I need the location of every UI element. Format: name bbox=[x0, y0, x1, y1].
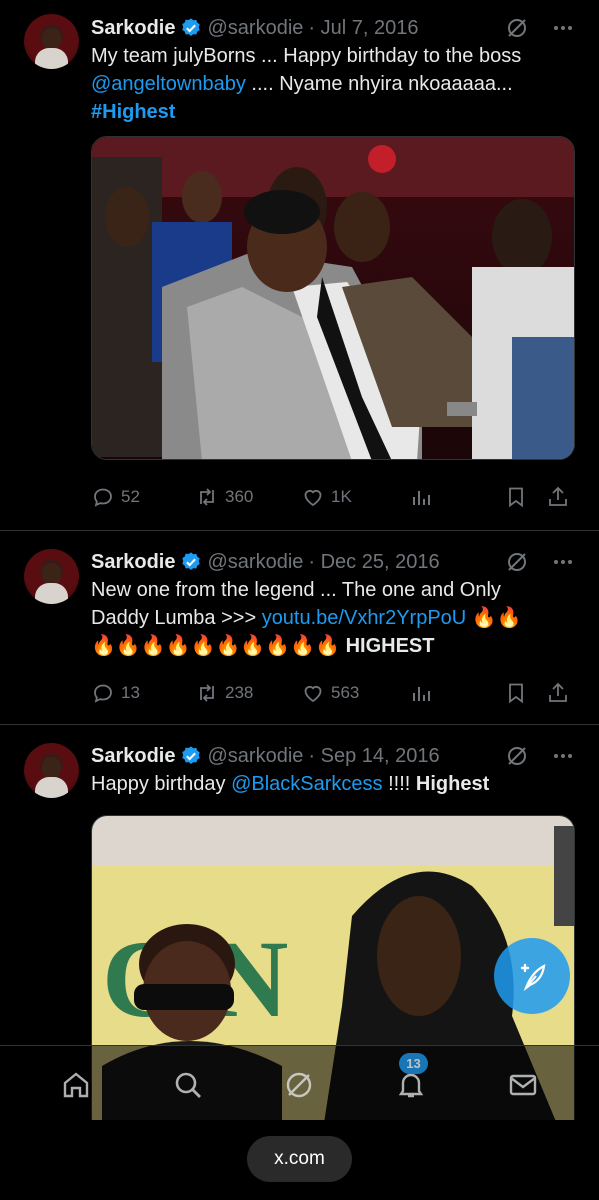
avatar[interactable] bbox=[24, 549, 79, 604]
notification-count-badge: 13 bbox=[399, 1052, 428, 1074]
share-button[interactable] bbox=[546, 681, 570, 705]
tweet-text-body: New one from the legend ... The one and … bbox=[91, 579, 501, 601]
avatar[interactable] bbox=[24, 14, 79, 69]
reply-count: 13 bbox=[121, 683, 140, 702]
author-name[interactable]: Sarkodie bbox=[91, 551, 175, 574]
like-button[interactable]: 1K bbox=[301, 485, 409, 509]
crowd-photo bbox=[92, 137, 574, 459]
grok-icon[interactable] bbox=[505, 16, 529, 40]
tweet-header: Sarkodie @sarkodie · Jul 7, 2016 bbox=[91, 14, 575, 42]
messages-envelope-icon bbox=[509, 1074, 537, 1095]
views-button[interactable] bbox=[409, 681, 504, 705]
reply-icon bbox=[94, 488, 112, 507]
hashtag-link[interactable]: #Highest bbox=[91, 101, 175, 123]
views-chart-icon bbox=[413, 687, 430, 701]
tweet-text-body: !!!! bbox=[382, 773, 416, 795]
like-count: 1K bbox=[331, 487, 352, 506]
tweet-date[interactable]: · Jul 7, 2016 bbox=[308, 17, 418, 40]
tweet-text: My team julyBorns ... Happy birthday to … bbox=[91, 42, 571, 126]
repost-button[interactable]: 238 bbox=[195, 681, 301, 705]
repost-button[interactable]: 360 bbox=[195, 485, 301, 509]
share-icon bbox=[549, 486, 567, 506]
views-chart-icon bbox=[413, 491, 430, 505]
repost-count: 238 bbox=[225, 683, 254, 702]
tweet-text-body: .... Nyame nhyira nkoaaaaa... bbox=[245, 73, 513, 95]
tweet[interactable]: Sarkodie @sarkodie · Dec 25, 2016 New on… bbox=[0, 531, 599, 725]
tweet-text-body: Daddy Lumba >>> bbox=[91, 607, 262, 629]
tweet-text-body: Happy birthday bbox=[91, 773, 232, 795]
tweet-image[interactable] bbox=[91, 136, 575, 460]
tweet-text-bold: HIGHEST bbox=[340, 635, 435, 657]
grok-icon[interactable] bbox=[505, 550, 529, 574]
grok-icon bbox=[287, 1072, 312, 1097]
nav-messages[interactable] bbox=[503, 1065, 543, 1105]
fire-emoji: 🔥🔥🔥🔥🔥🔥🔥🔥🔥🔥 bbox=[91, 635, 341, 657]
avatar[interactable] bbox=[24, 743, 79, 798]
verified-badge-icon bbox=[182, 746, 201, 764]
compose-feather-icon bbox=[520, 963, 546, 992]
tweet-date[interactable]: · Sep 14, 2016 bbox=[308, 745, 439, 768]
search-icon bbox=[175, 1072, 201, 1098]
tweet-actions: 13 238 563 bbox=[91, 662, 575, 724]
more-options-icon[interactable] bbox=[551, 16, 575, 40]
nav-grok[interactable] bbox=[279, 1065, 319, 1105]
author-handle[interactable]: @sarkodie bbox=[207, 551, 303, 574]
reply-icon bbox=[94, 684, 112, 703]
compose-post-button[interactable] bbox=[494, 938, 570, 1014]
bookmark-button[interactable] bbox=[504, 485, 546, 509]
nav-search[interactable] bbox=[168, 1065, 208, 1105]
more-options-icon[interactable] bbox=[551, 744, 575, 768]
repost-icon bbox=[200, 488, 214, 506]
verified-badge-icon bbox=[182, 552, 201, 570]
bottom-navigation: 13 bbox=[0, 1045, 599, 1123]
bookmark-icon bbox=[509, 487, 523, 508]
tweet-date[interactable]: · Dec 25, 2016 bbox=[308, 551, 439, 574]
share-icon bbox=[549, 682, 567, 702]
reply-button[interactable]: 52 bbox=[91, 485, 195, 509]
share-button[interactable] bbox=[546, 485, 570, 509]
author-name[interactable]: Sarkodie bbox=[91, 745, 175, 768]
verified-badge-icon bbox=[182, 18, 201, 36]
more-options-icon[interactable] bbox=[551, 550, 575, 574]
url-link[interactable]: youtu.be/Vxhr2YrpPoU bbox=[262, 607, 467, 629]
views-button[interactable] bbox=[409, 485, 504, 509]
reply-count: 52 bbox=[121, 487, 140, 506]
heart-icon bbox=[304, 489, 322, 507]
mention-link[interactable]: @BlackSarkcess bbox=[231, 773, 382, 795]
tweet-text-body: My team julyBorns ... Happy birthday to … bbox=[91, 45, 522, 67]
like-button[interactable]: 563 bbox=[301, 681, 409, 705]
tweet-text: Happy birthday @BlackSarkcess !!!! Highe… bbox=[91, 770, 571, 798]
bookmark-button[interactable] bbox=[504, 681, 546, 705]
tweet-header: Sarkodie @sarkodie · Dec 25, 2016 bbox=[91, 548, 575, 576]
browser-url-pill[interactable]: x.com bbox=[247, 1136, 352, 1182]
nav-home[interactable] bbox=[56, 1065, 96, 1105]
author-handle[interactable]: @sarkodie bbox=[207, 17, 303, 40]
tweet-text-bold: Highest bbox=[415, 773, 490, 795]
nav-notifications[interactable]: 13 bbox=[391, 1052, 431, 1105]
tweet-text: New one from the legend ... The one and … bbox=[91, 576, 571, 660]
author-handle[interactable]: @sarkodie bbox=[207, 745, 303, 768]
repost-icon bbox=[200, 684, 214, 702]
like-count: 563 bbox=[331, 683, 360, 702]
reply-button[interactable]: 13 bbox=[91, 681, 195, 705]
grok-icon[interactable] bbox=[505, 744, 529, 768]
tweet-header: Sarkodie @sarkodie · Sep 14, 2016 bbox=[91, 742, 575, 770]
fire-emoji: 🔥🔥 bbox=[466, 607, 522, 629]
mention-link[interactable]: @angeltownbaby bbox=[91, 73, 246, 95]
author-name[interactable]: Sarkodie bbox=[91, 17, 175, 40]
bookmark-icon bbox=[509, 683, 523, 704]
heart-icon bbox=[304, 685, 322, 703]
home-icon bbox=[63, 1071, 89, 1097]
tweet-actions: 52 360 1K bbox=[91, 466, 575, 528]
tweet[interactable]: Sarkodie @sarkodie · Jul 7, 2016 My team… bbox=[0, 0, 599, 531]
repost-count: 360 bbox=[225, 487, 254, 506]
